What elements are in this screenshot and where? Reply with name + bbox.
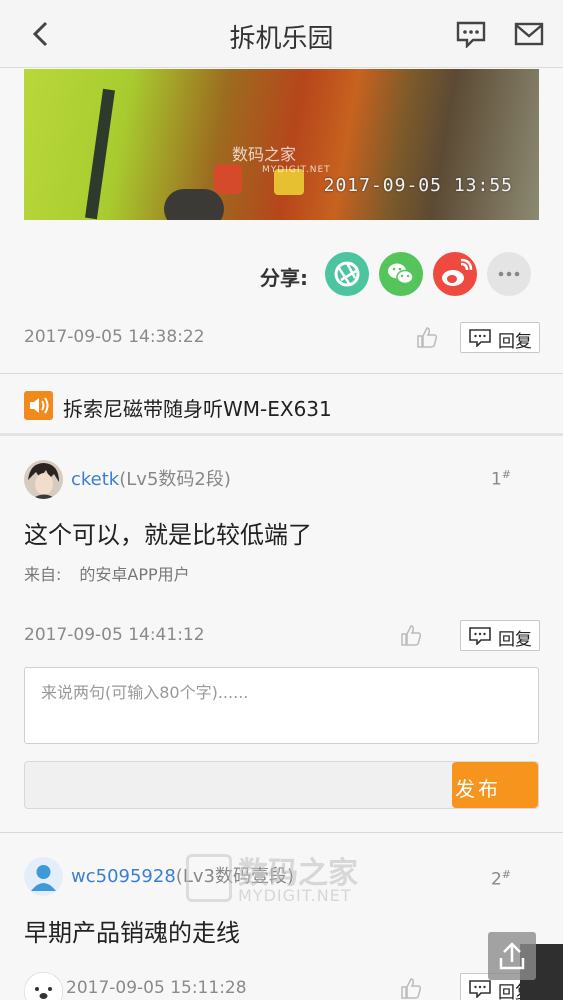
reply-bubble-icon — [469, 980, 491, 998]
reply-bubble-icon — [469, 329, 491, 347]
reply-input[interactable]: 来说两句(可输入80个字)...... — [24, 667, 539, 744]
floor-number: 2# — [490, 868, 511, 890]
floating-share-button[interactable] — [488, 932, 536, 980]
topic-row[interactable]: 拆索尼磁带随身听WM-EX631 — [0, 374, 563, 436]
more-icon — [487, 252, 531, 296]
speaker-icon — [24, 391, 53, 420]
post-photo[interactable]: 数码之家 MYDIGIT.NET 2017-09-05 13:55 — [24, 69, 539, 220]
photo-watermark: 数码之家 MYDIGIT.NET — [232, 145, 331, 175]
wechat-share-button[interactable] — [379, 252, 423, 296]
mail-icon[interactable] — [514, 21, 544, 47]
post-reply-button[interactable]: 回复 — [460, 322, 540, 353]
reply-label: 回复 — [498, 332, 532, 352]
post-date: 2017-09-05 14:38:22 — [24, 327, 205, 347]
divider — [0, 832, 563, 833]
topic-title: 拆索尼磁带随身听WM-EX631 — [63, 397, 332, 421]
avatar[interactable] — [24, 972, 63, 1000]
reply-label: 回复 — [498, 630, 532, 650]
site-watermark: 数码之家 MYDIGIT.NET — [180, 848, 380, 912]
wechat-icon — [379, 252, 423, 296]
photo-cable — [85, 88, 115, 220]
reply-bubble-icon — [469, 627, 491, 645]
thumbs-up-icon[interactable] — [399, 623, 423, 647]
share-label: 分享: — [260, 266, 308, 290]
weibo-icon — [433, 252, 477, 296]
comment-date: 2017-09-05 14:41:12 — [24, 625, 205, 645]
comment-date: 2017-09-05 15:11:28 — [66, 978, 247, 998]
aperture-icon — [325, 252, 369, 296]
comment-text: 这个可以，就是比较低端了 — [24, 521, 312, 549]
weibo-share-button[interactable] — [433, 252, 477, 296]
comment-source: 来自: 的安卓APP用户 — [24, 565, 190, 584]
camera-share-button[interactable] — [325, 252, 369, 296]
comment-username[interactable]: cketk(Lv5数码2段) — [71, 465, 231, 491]
photo-timestamp: 2017-09-05 13:55 — [323, 175, 513, 196]
avatar[interactable] — [24, 460, 63, 499]
reply-placeholder: 来说两句(可输入80个字)...... — [41, 683, 249, 702]
thumbs-up-icon[interactable] — [399, 976, 423, 1000]
thumbs-up-icon[interactable] — [415, 325, 439, 349]
comment-reply-button[interactable]: 回复 — [460, 620, 540, 651]
more-share-button[interactable] — [487, 252, 531, 296]
avatar[interactable] — [24, 857, 63, 896]
upload-share-icon — [499, 942, 525, 970]
submit-button[interactable]: 发布 — [452, 762, 538, 808]
comment-text: 早期产品销魂的走线 — [24, 919, 240, 947]
photo-component — [164, 189, 224, 220]
comment-icon[interactable] — [456, 20, 486, 48]
floor-number: 1# — [490, 468, 511, 490]
top-bar: 拆机乐园 — [0, 0, 563, 68]
